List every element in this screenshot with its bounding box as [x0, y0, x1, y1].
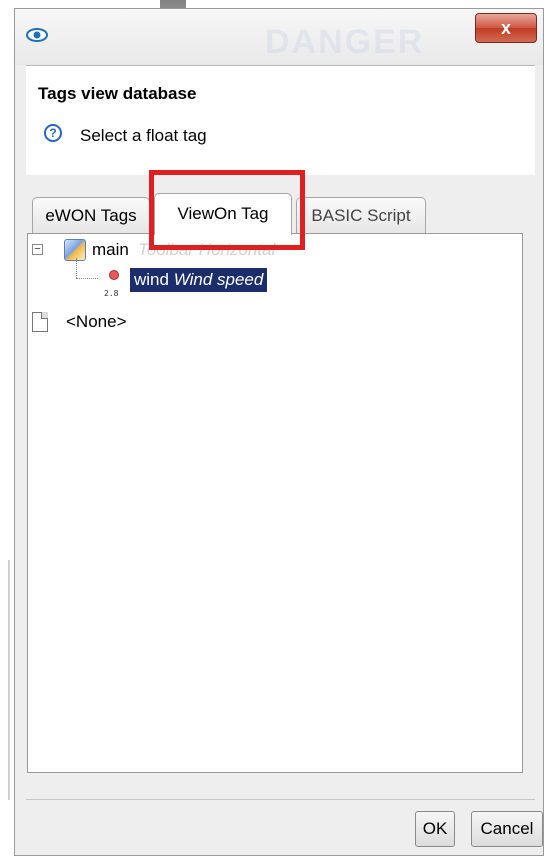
tree-item-label: <None>	[66, 312, 127, 331]
selected-item[interactable]: wind Wind speed	[130, 268, 268, 292]
document-icon	[32, 312, 48, 332]
status-dot	[109, 270, 119, 280]
help-icon: ?	[44, 124, 62, 142]
tab-viewon-tag[interactable]: ViewOn Tag	[154, 193, 292, 235]
header-panel: Tags view database ? Select a float tag	[26, 65, 535, 177]
tree-connector	[76, 258, 78, 278]
title-bar[interactable]: DANGER x	[15, 9, 543, 65]
title-watermark: DANGER	[265, 23, 425, 61]
background-artifact	[8, 560, 10, 800]
tree-item-description: Toolbar Horizontal	[138, 240, 276, 259]
tag-status-icon: 2.8	[104, 270, 126, 298]
dialog-title: Tags view database	[38, 84, 197, 103]
tab-bar: eWON Tags ViewOn Tag BASIC Script	[26, 175, 535, 235]
tab-basic-script[interactable]: BASIC Script	[296, 197, 426, 233]
tag-value: 2.8	[104, 289, 119, 298]
divider	[26, 799, 535, 800]
tree-item-label: main	[92, 240, 129, 259]
close-button[interactable]: x	[475, 13, 537, 43]
tag-description: Wind speed	[173, 270, 264, 289]
tree-connector	[76, 278, 98, 279]
page-image-icon	[64, 239, 86, 261]
tab-ewon-tags[interactable]: eWON Tags	[32, 197, 150, 233]
tag-tree[interactable]: − main Toolbar Horizontal 2.8 wind Wind …	[27, 233, 523, 773]
header-message: Select a float tag	[80, 126, 207, 145]
eye-icon	[26, 28, 48, 42]
collapse-icon[interactable]: −	[32, 244, 43, 255]
ok-button[interactable]: OK	[415, 811, 455, 847]
cancel-button[interactable]: Cancel	[471, 811, 543, 847]
tag-name: wind	[134, 270, 169, 289]
